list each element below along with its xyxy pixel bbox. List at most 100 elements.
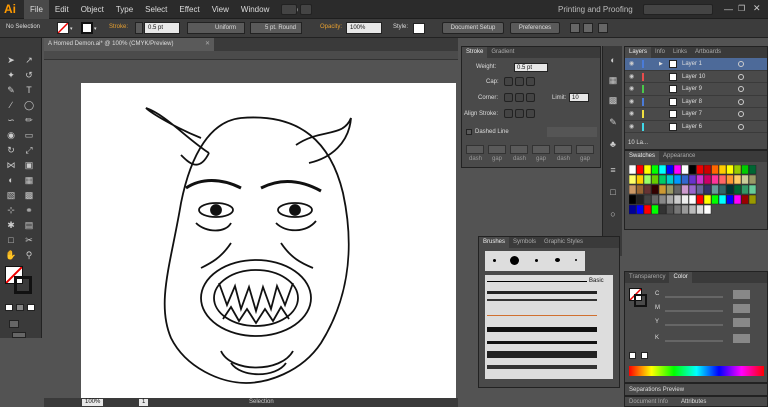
tab-stroke[interactable]: Stroke bbox=[462, 47, 488, 58]
swatch[interactable] bbox=[658, 184, 667, 195]
swatch[interactable] bbox=[741, 184, 749, 195]
swatch[interactable] bbox=[658, 165, 667, 175]
color-guide-icon[interactable]: ▦ bbox=[607, 74, 619, 86]
tab-appearance[interactable]: Appearance bbox=[659, 151, 699, 162]
swatch[interactable] bbox=[688, 184, 697, 195]
brush-dot-row[interactable] bbox=[485, 251, 585, 271]
ellipse-tool-icon[interactable]: ◯ bbox=[23, 99, 35, 111]
swatch[interactable] bbox=[629, 194, 637, 205]
menu-window[interactable]: Window bbox=[235, 0, 275, 19]
layer-name[interactable]: Layer 9 bbox=[682, 83, 702, 95]
butt-cap-icon[interactable] bbox=[504, 77, 513, 86]
brush-dot[interactable] bbox=[575, 259, 577, 261]
close-icon[interactable]: ✕ bbox=[753, 3, 761, 14]
brush-dot[interactable] bbox=[535, 259, 538, 262]
swatch[interactable] bbox=[666, 184, 674, 195]
minimize-icon[interactable]: — bbox=[724, 4, 733, 14]
stroke-icon[interactable]: ≡ bbox=[607, 164, 619, 176]
layer-row[interactable]: ◉ Layer 6 bbox=[625, 121, 767, 133]
eraser-tool-icon[interactable]: ▭ bbox=[23, 129, 35, 141]
swatch[interactable] bbox=[696, 165, 704, 175]
bevel-join-icon[interactable] bbox=[526, 93, 535, 102]
tab-symbols[interactable]: Symbols bbox=[509, 237, 540, 248]
paintbrush-tool-icon[interactable]: ∽ bbox=[5, 114, 17, 126]
eye-icon[interactable]: ◉ bbox=[629, 71, 634, 83]
swatch[interactable] bbox=[629, 204, 637, 215]
menu-object[interactable]: Object bbox=[75, 0, 110, 19]
cyan-slider[interactable] bbox=[665, 296, 723, 298]
swatch[interactable] bbox=[748, 194, 757, 205]
brush-dot[interactable] bbox=[555, 258, 560, 262]
line-tool-icon[interactable]: ∕ bbox=[5, 99, 17, 111]
gradient-mode-icon[interactable] bbox=[16, 304, 24, 311]
artboard[interactable] bbox=[81, 83, 456, 403]
tab-brushes[interactable]: Brushes bbox=[479, 237, 510, 248]
symbol-sprayer-icon[interactable]: ✱ bbox=[5, 219, 17, 231]
fill-swatch[interactable] bbox=[57, 22, 69, 34]
layer-row[interactable]: ◉ ▶ Layer 1 bbox=[625, 58, 767, 71]
menu-file[interactable]: File bbox=[24, 0, 49, 19]
type-tool-icon[interactable]: T bbox=[23, 84, 35, 96]
target-icon[interactable] bbox=[738, 98, 744, 105]
align-icon[interactable] bbox=[570, 23, 580, 33]
preferences-button[interactable]: Preferences bbox=[510, 22, 560, 34]
swatch[interactable] bbox=[688, 165, 697, 175]
swatch[interactable] bbox=[703, 204, 712, 215]
swatch[interactable] bbox=[673, 204, 682, 215]
shape-builder-icon[interactable]: ◐ bbox=[5, 174, 17, 186]
dash-field[interactable] bbox=[554, 145, 572, 154]
swatch[interactable] bbox=[643, 204, 652, 215]
close-tab-icon[interactable]: ✕ bbox=[205, 38, 210, 51]
align-inside-icon[interactable] bbox=[515, 109, 524, 118]
tab-color[interactable]: Color bbox=[669, 272, 692, 283]
swatch[interactable] bbox=[703, 165, 712, 175]
swatch[interactable] bbox=[741, 165, 749, 175]
tab-layers[interactable]: Layers bbox=[625, 47, 652, 58]
brush-definition[interactable]: 5 pt. Round bbox=[250, 22, 302, 34]
dash-alignment-buttons[interactable] bbox=[547, 127, 597, 137]
blend-tool-icon[interactable]: ⚭ bbox=[23, 204, 35, 216]
eye-icon[interactable]: ◉ bbox=[629, 83, 634, 95]
width-tool-icon[interactable]: ⋈ bbox=[5, 159, 17, 171]
swatch[interactable] bbox=[718, 184, 727, 195]
swatch[interactable] bbox=[733, 194, 742, 205]
swatch[interactable] bbox=[741, 174, 749, 185]
tab-swatches[interactable]: Swatches bbox=[625, 151, 660, 162]
pencil-tool-icon[interactable]: ✏ bbox=[23, 114, 35, 126]
swatch[interactable] bbox=[718, 165, 727, 175]
swatch[interactable] bbox=[688, 204, 697, 215]
chalk-brush[interactable] bbox=[487, 299, 597, 301]
swatch[interactable] bbox=[629, 184, 637, 195]
slice-tool-icon[interactable]: ✂ bbox=[23, 234, 35, 246]
eye-icon[interactable]: ◉ bbox=[629, 108, 634, 120]
rotate-tool-icon[interactable]: ↻ bbox=[5, 144, 17, 156]
brush-dot[interactable] bbox=[510, 256, 519, 265]
swatch[interactable] bbox=[629, 165, 637, 175]
swatch[interactable] bbox=[681, 204, 689, 215]
target-icon[interactable] bbox=[738, 123, 744, 130]
none-swatch[interactable] bbox=[629, 352, 636, 359]
swatch[interactable] bbox=[733, 184, 742, 195]
color-panel-icon[interactable]: ◐ bbox=[607, 54, 619, 66]
gradient-icon[interactable]: □ bbox=[607, 186, 619, 198]
swatch[interactable] bbox=[636, 174, 644, 185]
layer-name[interactable]: Layer 1 bbox=[682, 58, 702, 70]
target-icon[interactable] bbox=[738, 86, 744, 92]
splash-brush[interactable] bbox=[487, 365, 597, 369]
charcoal-brush[interactable] bbox=[487, 291, 597, 294]
tab-info[interactable]: Info bbox=[651, 47, 669, 58]
hand-tool-icon[interactable]: ✋ bbox=[5, 249, 17, 261]
bristle-brush[interactable] bbox=[487, 351, 597, 358]
expand-triangle-icon[interactable]: ▶ bbox=[659, 58, 663, 70]
scale-tool-icon[interactable]: ⤢ bbox=[23, 144, 35, 156]
column-graph-icon[interactable]: ▤ bbox=[23, 219, 35, 231]
layer-row[interactable]: ◉ Layer 10 bbox=[625, 71, 767, 83]
style-swatch[interactable] bbox=[413, 23, 425, 34]
stroke-color-box[interactable] bbox=[14, 276, 32, 294]
tab-transparency[interactable]: Transparency bbox=[625, 272, 669, 283]
swatch[interactable] bbox=[711, 184, 719, 195]
variable-width-profile[interactable]: Uniform bbox=[187, 22, 245, 34]
chevron-down-icon[interactable]: ▾ bbox=[94, 26, 97, 32]
swatch[interactable] bbox=[733, 165, 742, 175]
swatch[interactable] bbox=[718, 194, 727, 205]
